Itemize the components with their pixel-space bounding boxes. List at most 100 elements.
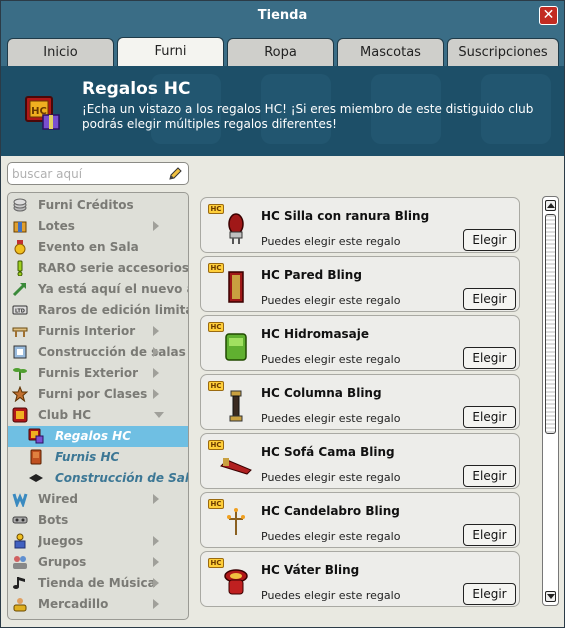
choose-button[interactable]: Elegir — [463, 524, 516, 546]
title-bar[interactable]: Tienda ✕ — [1, 1, 564, 31]
sidebar-item-regalos-hc[interactable]: Regalos HC — [8, 426, 188, 447]
sidebar-item-label: Club HC — [38, 408, 92, 422]
product-note: Puedes elegir este regalo — [261, 530, 401, 543]
chevron-right-icon — [153, 494, 159, 504]
product-note: Puedes elegir este regalo — [261, 412, 401, 425]
product-list-scrollbar[interactable] — [542, 196, 559, 606]
sidebar-item-label: Furnis HC — [55, 450, 120, 464]
product-name: HC Pared Bling — [261, 268, 362, 282]
product-card[interactable]: HC HC Váter Bling Puedes elegir este reg… — [200, 551, 520, 607]
product-name: HC Candelabro Bling — [261, 504, 400, 518]
chevron-right-icon — [153, 368, 159, 378]
banner-title: Regalos HC — [82, 79, 191, 99]
choose-button[interactable]: Elegir — [463, 347, 516, 369]
sidebar-item-wired[interactable]: Wired — [8, 489, 188, 510]
diamond-icon — [29, 474, 43, 482]
product-name: HC Hidromasaje — [261, 327, 370, 341]
product-name: HC Silla con ranura Bling — [261, 209, 430, 223]
pencil-icon[interactable] — [167, 166, 183, 182]
sidebar-item-club-hc[interactable]: Club HC — [8, 405, 188, 426]
product-card[interactable]: HC HC Hidromasaje Puedes elegir este reg… — [200, 315, 520, 371]
market-icon — [13, 598, 27, 612]
sidebar-item-nuevo-ano[interactable]: Ya está aquí el nuevo año — [8, 279, 188, 300]
ltd-icon: LTD — [12, 305, 28, 315]
group-icon — [13, 556, 27, 569]
sidebar-item-label: Raros de edición limitada — [38, 303, 188, 317]
sidebar-item-evento-en-sala[interactable]: Evento en Sala — [8, 237, 188, 258]
search-input[interactable] — [12, 165, 162, 182]
product-note: Puedes elegir este regalo — [261, 471, 401, 484]
box-icon — [13, 221, 27, 233]
sidebar-item-construccion-sala[interactable]: Construcción de Sala — [8, 468, 188, 489]
sidebar-item-bots[interactable]: Bots — [8, 510, 188, 531]
jacuzzi-icon — [225, 333, 247, 361]
sidebar-item-label: RARO serie accesorios dorados — [38, 261, 188, 275]
chevron-right-icon — [153, 326, 159, 336]
choose-button[interactable]: Elegir — [463, 229, 516, 251]
sidebar-item-raro-serie[interactable]: RARO serie accesorios dorados — [8, 258, 188, 279]
sidebar-item-grupos[interactable]: Grupos — [8, 552, 188, 573]
sidebar-item-furni-creditos[interactable]: Furni Créditos — [8, 195, 188, 216]
scroll-up-button[interactable] — [545, 200, 556, 211]
sidebar-item-construccion-salas[interactable]: Construcción de salas — [8, 342, 188, 363]
sidebar-item-label: Grupos — [38, 555, 87, 569]
tab-inicio[interactable]: Inicio — [7, 38, 114, 66]
tab-mascotas[interactable]: Mascotas — [337, 38, 444, 66]
choose-button[interactable]: Elegir — [463, 583, 516, 605]
choose-button[interactable]: Elegir — [463, 288, 516, 310]
chevron-right-icon — [153, 599, 159, 609]
hc-gift-icon: HC — [25, 96, 60, 130]
sidebar-item-label: Wired — [38, 492, 78, 506]
sidebar-item-label: Construcción de Sala — [55, 471, 189, 485]
product-name: HC Sofá Cama Bling — [261, 445, 395, 459]
search-box[interactable] — [7, 162, 189, 185]
sidebar-item-tienda-musica[interactable]: Tienda de Música — [8, 573, 188, 594]
sidebar-item-furnis-interior[interactable]: Furnis Interior — [8, 321, 188, 342]
product-list: HC HC Silla con ranura Bling Puedes eleg… — [200, 195, 520, 607]
chevron-right-icon — [153, 347, 159, 357]
tab-furni[interactable]: Furni — [117, 37, 224, 67]
bling-chair-icon — [228, 213, 244, 244]
bling-wall-icon — [228, 271, 244, 303]
product-card[interactable]: HC HC Sofá Cama Bling Puedes elegir este… — [200, 433, 520, 489]
chevron-down-icon — [154, 412, 164, 418]
choose-button[interactable]: Elegir — [463, 406, 516, 428]
sidebar-item-furnis-hc[interactable]: Furnis HC — [8, 447, 188, 468]
sidebar-item-furnis-exterior[interactable]: Furnis Exterior — [8, 363, 188, 384]
sidebar-item-label: Furnis Exterior — [38, 366, 139, 380]
frame-icon — [13, 345, 27, 359]
product-card[interactable]: HC HC Silla con ranura Bling Puedes eleg… — [200, 197, 520, 253]
table-icon — [12, 327, 28, 337]
sidebar-item-label: Tienda de Música — [38, 576, 156, 590]
hc-chair-icon — [30, 449, 42, 465]
scroll-thumb[interactable] — [545, 214, 556, 434]
scroll-down-button[interactable] — [545, 591, 556, 602]
tab-ropa[interactable]: Ropa — [227, 38, 334, 66]
sidebar-item-label: Furnis Interior — [38, 324, 136, 338]
svg-text:LTD: LTD — [15, 309, 25, 315]
star-icon — [12, 386, 28, 402]
bot-icon — [12, 516, 28, 524]
product-card[interactable]: HC HC Candelabro Bling Puedes elegir est… — [200, 492, 520, 548]
sidebar-item-label: Regalos HC — [55, 429, 131, 443]
product-card[interactable]: HC HC Pared Bling Puedes elegir este reg… — [200, 256, 520, 312]
sidebar-item-raros-limitada[interactable]: LTD Raros de edición limitada — [8, 300, 188, 321]
tab-suscripciones[interactable]: Suscripciones — [447, 38, 559, 66]
sidebar-item-lotes[interactable]: Lotes — [8, 216, 188, 237]
chevron-right-icon — [153, 557, 159, 567]
close-button[interactable]: ✕ — [539, 6, 558, 25]
tab-bar: Inicio Furni Ropa Mascotas Suscripciones — [1, 31, 564, 67]
sidebar-item-label: Mercadillo — [38, 597, 109, 611]
hc-icon — [12, 407, 28, 423]
chevron-right-icon — [153, 536, 159, 546]
choose-button[interactable]: Elegir — [463, 465, 516, 487]
product-note: Puedes elegir este regalo — [261, 294, 401, 307]
sidebar-item-furni-clases[interactable]: Furni por Clases — [8, 384, 188, 405]
sidebar-item-mercadillo[interactable]: Mercadillo — [8, 594, 188, 615]
window-title: Tienda — [257, 8, 308, 23]
sidebar-item-juegos[interactable]: Juegos — [8, 531, 188, 552]
product-note: Puedes elegir este regalo — [261, 235, 401, 248]
product-card[interactable]: HC HC Columna Bling Puedes elegir este r… — [200, 374, 520, 430]
close-icon: ✕ — [542, 7, 555, 23]
chevron-right-icon — [153, 221, 159, 231]
